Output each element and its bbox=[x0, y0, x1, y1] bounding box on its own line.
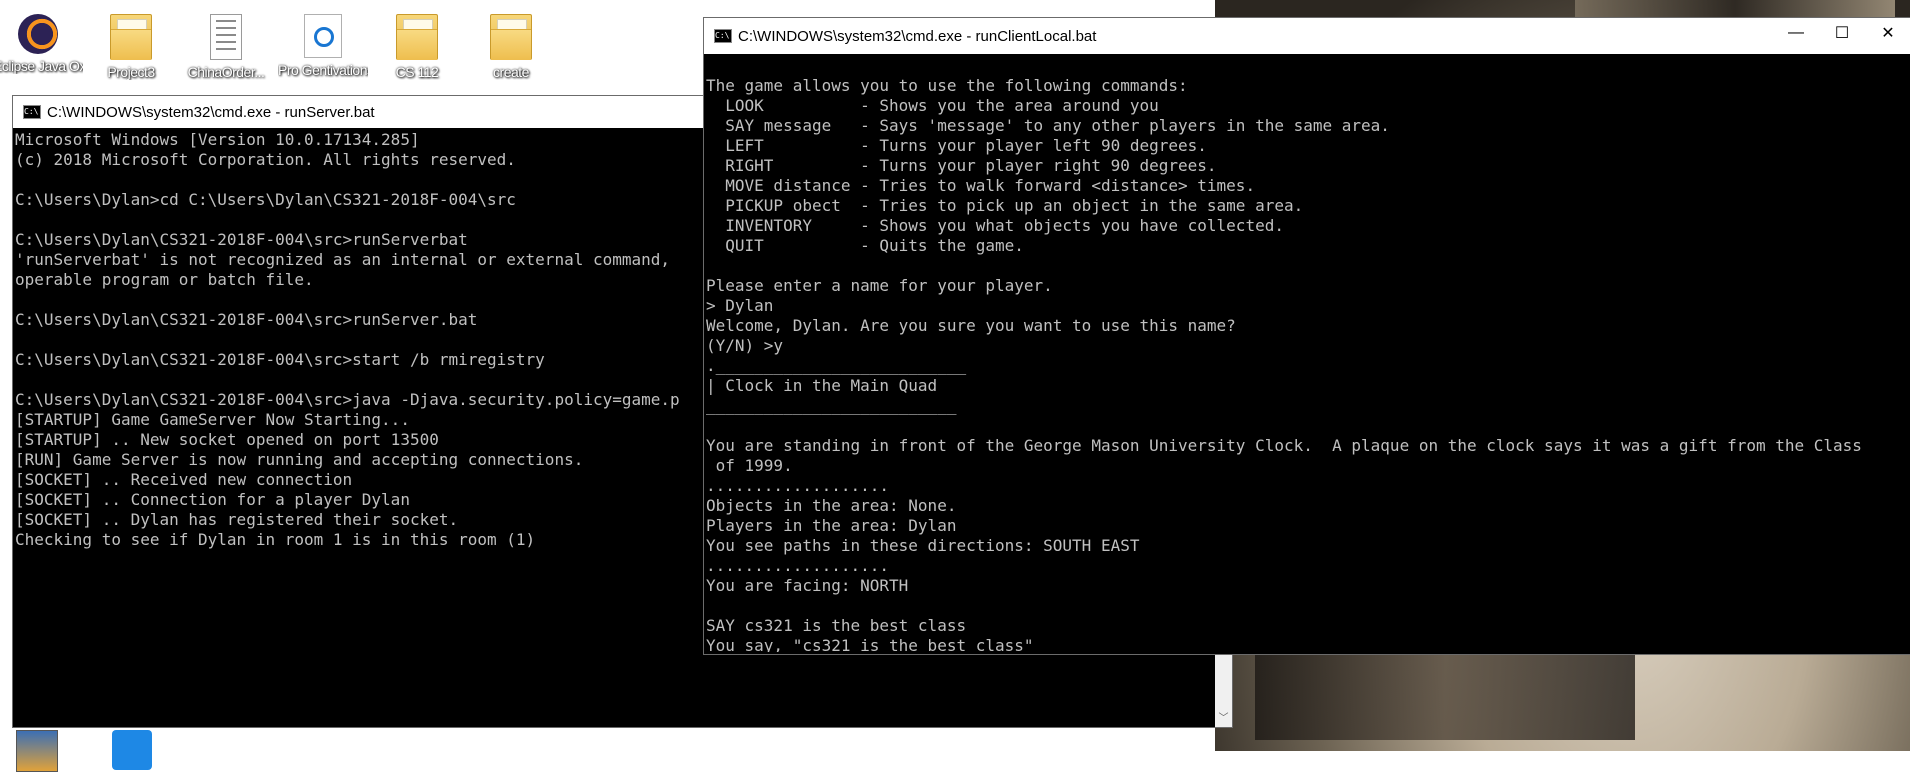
desktop-icon-eclipse[interactable]: Eclipse Java Oxygen bbox=[0, 14, 83, 74]
console-line: LOOK - Shows you the area around you bbox=[706, 96, 1159, 115]
console-line: SAY cs321 is the best class bbox=[706, 616, 967, 635]
desktop-icon-label: Pro Gentivations bbox=[278, 62, 368, 78]
console-line: (Y/N) >y bbox=[706, 336, 784, 355]
game-launcher-icon[interactable] bbox=[16, 730, 58, 772]
pro-app-icon bbox=[304, 14, 342, 58]
console-line: You are facing: NORTH bbox=[706, 576, 909, 595]
minimize-button[interactable]: — bbox=[1773, 18, 1819, 48]
close-button[interactable]: ✕ bbox=[1865, 18, 1910, 48]
scroll-down-arrow-icon[interactable]: ﹀ bbox=[1215, 710, 1232, 727]
cmd-icon: C:\ bbox=[714, 29, 732, 43]
edge-browser-icon[interactable] bbox=[112, 730, 152, 770]
folder-icon bbox=[396, 14, 438, 60]
document-icon bbox=[210, 14, 242, 60]
console-line: Players in the area: Dylan bbox=[706, 516, 957, 535]
client-console-output: The game allows you to use the following… bbox=[704, 56, 1910, 652]
console-line: You see paths in these directions: SOUTH… bbox=[706, 536, 1140, 555]
desktop-icon-label: CS 112 bbox=[395, 64, 439, 80]
desktop-icon-label: Eclipse Java Oxygen bbox=[0, 58, 83, 74]
client-window-titlebar[interactable]: C:\ C:\WINDOWS\system32\cmd.exe - runCli… bbox=[704, 18, 1910, 54]
desktop-icon-chinaorder[interactable]: ChinaOrder... bbox=[181, 14, 271, 80]
console-line: __________________________ bbox=[706, 396, 957, 415]
desktop-icon-pro[interactable]: Pro Gentivations bbox=[278, 14, 368, 78]
maximize-button[interactable]: ☐ bbox=[1819, 18, 1865, 48]
window-title: C:\WINDOWS\system32\cmd.exe - runClientL… bbox=[738, 27, 1097, 45]
folder-icon bbox=[490, 14, 532, 60]
console-line: ................... bbox=[706, 476, 890, 495]
desktop-icon-create[interactable]: create bbox=[466, 14, 556, 80]
desktop-icon-project3[interactable]: Project3 bbox=[86, 14, 176, 80]
desktop-icon-label: ChinaOrder... bbox=[187, 64, 265, 80]
console-line: Objects in the area: None. bbox=[706, 496, 957, 515]
console-line: You are standing in front of the George … bbox=[706, 436, 1862, 455]
folder-icon bbox=[110, 14, 152, 60]
console-line: MOVE distance - Tries to walk forward <d… bbox=[706, 176, 1256, 195]
desktop-icon-cs112[interactable]: CS 112 bbox=[372, 14, 462, 80]
console-line: You say, "cs321 is the best class" bbox=[706, 636, 1034, 652]
console-line: .__________________________ bbox=[706, 356, 967, 375]
console-line: Welcome, Dylan. Are you sure you want to… bbox=[706, 316, 1236, 335]
cmd-icon: C:\ bbox=[23, 105, 41, 119]
console-line: of 1999. bbox=[706, 456, 793, 475]
desktop-icon-label: create bbox=[493, 64, 529, 80]
console-line: ................... bbox=[706, 556, 890, 575]
console-line: Please enter a name for your player. bbox=[706, 276, 1053, 295]
console-line: SAY message - Says 'message' to any othe… bbox=[706, 116, 1390, 135]
console-line: | Clock in the Main Quad bbox=[706, 376, 938, 395]
eclipse-icon bbox=[18, 14, 58, 54]
console-line: INVENTORY - Shows you what objects you h… bbox=[706, 216, 1284, 235]
console-line: QUIT - Quits the game. bbox=[706, 236, 1024, 255]
window-title: C:\WINDOWS\system32\cmd.exe - runServer.… bbox=[47, 103, 375, 121]
desktop-icon-label: Project3 bbox=[107, 64, 155, 80]
console-line: RIGHT - Turns your player right 90 degre… bbox=[706, 156, 1217, 175]
console-line: The game allows you to use the following… bbox=[706, 76, 1188, 95]
console-line: PICKUP obect - Tries to pick up an objec… bbox=[706, 196, 1304, 215]
client-console-window[interactable]: C:\ C:\WINDOWS\system32\cmd.exe - runCli… bbox=[703, 17, 1910, 655]
console-line: > Dylan bbox=[706, 296, 774, 315]
console-line: LEFT - Turns your player left 90 degrees… bbox=[706, 136, 1207, 155]
